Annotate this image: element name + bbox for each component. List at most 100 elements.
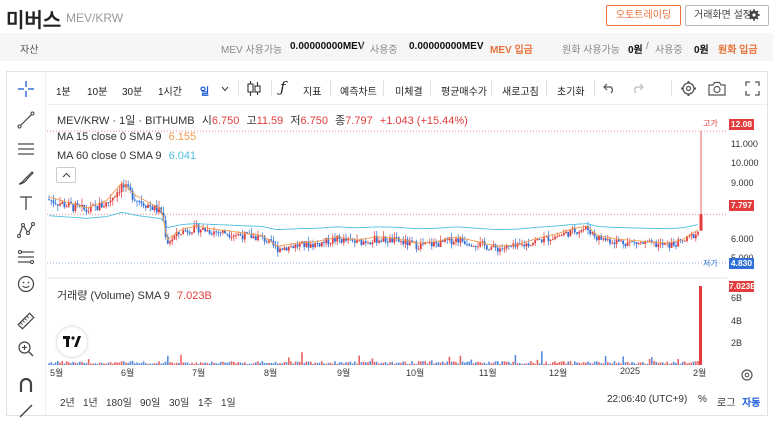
ruler-icon[interactable] [17,312,35,330]
volume-bar [492,362,495,365]
volume-bar [186,362,189,365]
brush-icon[interactable] [17,169,35,187]
percent-toggle[interactable]: % [698,394,707,405]
unfilled-orders-button[interactable]: 미체결 [395,83,423,98]
mev-deposit-link[interactable]: MEV 입금 [490,41,533,56]
candle-body [171,239,174,242]
interval-1hour[interactable]: 1시간 [158,83,182,98]
horizontal-lines-icon[interactable] [17,140,35,158]
volume-bar [481,363,484,365]
range-180d[interactable]: 180일 [106,394,132,409]
prediction-chart-button[interactable]: 예측차트 [340,83,377,98]
volume-legend[interactable]: 거래량 (Volume) SMA 9 7.023B [57,287,212,303]
time-tick: 6월 [121,368,135,378]
volume-bar [318,362,321,365]
redo-icon[interactable] [631,83,644,94]
pencil-icon[interactable] [17,402,35,420]
volume-bar [565,363,567,365]
volume-bar [679,363,682,365]
text-tool-icon[interactable] [17,194,35,212]
volume-bar [576,362,578,365]
interval-1min[interactable]: 1분 [56,83,71,98]
volume-bar [299,361,301,365]
volume-bar [178,362,180,365]
trend-line-icon[interactable] [17,111,35,129]
legend-collapse-button[interactable] [56,167,76,183]
reset-button[interactable]: 초기화 [557,83,585,98]
candle-body [626,242,629,246]
volume-bar [61,361,63,365]
indicator-button[interactable]: 지표 [303,83,321,98]
refresh-button[interactable]: 새로고침 [502,83,539,98]
interval-30min[interactable]: 30분 [122,83,142,98]
candle-body [521,244,523,246]
candle-body [241,235,244,240]
volume-bar [96,363,99,365]
range-2y[interactable]: 2년 [60,394,75,409]
auto-toggle[interactable]: 자동 [742,394,760,409]
smiley-icon[interactable] [17,275,35,293]
ma15-legend[interactable]: MA 15 close 0 SMA 9 6.155 [57,131,196,143]
log-toggle[interactable]: 로그 [717,394,735,409]
volume-bar [312,363,314,365]
price-chart[interactable] [47,106,727,368]
volume-bar [87,359,90,365]
volume-bar [76,363,79,365]
candle-body [595,236,598,241]
candle-body [527,243,530,247]
volume-bar [356,363,358,365]
volume-bar [127,362,129,365]
tradingview-logo[interactable] [57,327,87,357]
candle-body [298,243,301,247]
magnet-icon[interactable] [17,376,35,394]
volume-bar [50,362,52,365]
volume-bar [151,363,154,365]
zoom-in-icon[interactable] [17,340,35,358]
range-30d[interactable]: 30일 [169,394,189,409]
volume-bar [310,361,312,365]
volume-bar [479,362,481,365]
fullscreen-icon[interactable] [745,81,760,96]
volume-bar [116,362,118,365]
ma60-legend[interactable]: MA 60 close 0 SMA 9 6.041 [57,150,196,162]
candle-body [556,236,559,238]
candle-body [235,235,237,236]
candle-body [52,200,55,204]
volume-bar [211,361,213,365]
volume-bar [497,361,499,365]
volume-bar [329,362,332,365]
pattern-icon[interactable] [17,221,35,239]
chart-settings-gear-icon[interactable] [680,80,697,97]
settings-button[interactable]: 거래화면 설정 [685,5,769,26]
auto-trading-button[interactable]: 오토트레이딩 [606,5,681,26]
interval-day[interactable]: 일 [200,83,209,98]
candle-body [525,243,528,247]
volume-bar [360,362,363,365]
interval-10min[interactable]: 10분 [87,83,107,98]
candle-body [569,229,572,237]
crosshair-icon[interactable] [17,80,35,98]
range-1w[interactable]: 1주 [198,394,213,409]
candle-body [558,235,561,237]
timezone-settings-icon[interactable] [740,368,754,382]
volume-bar [510,363,512,365]
volume-bar [332,363,334,365]
candle-body [613,242,616,245]
krw-deposit-link[interactable]: 원화 입금 [718,41,758,56]
avg-price-button[interactable]: 평균매수가 [441,83,487,98]
range-1y[interactable]: 1년 [83,394,98,409]
indicator-fx-icon[interactable]: ƒ [280,78,286,96]
volume-bar [611,363,613,365]
candle-body [589,229,592,234]
camera-icon[interactable] [708,81,726,96]
volume-bar [604,355,607,365]
candle-body [668,242,671,248]
range-90d[interactable]: 90일 [140,394,160,409]
undo-icon[interactable] [603,83,616,94]
candlestick-type-icon[interactable] [246,80,262,97]
volume-bar [525,363,528,365]
range-1d[interactable]: 1일 [221,394,236,409]
candle-body [628,241,631,243]
fib-retracement-icon[interactable] [17,248,35,266]
chevron-down-icon[interactable] [221,86,229,92]
